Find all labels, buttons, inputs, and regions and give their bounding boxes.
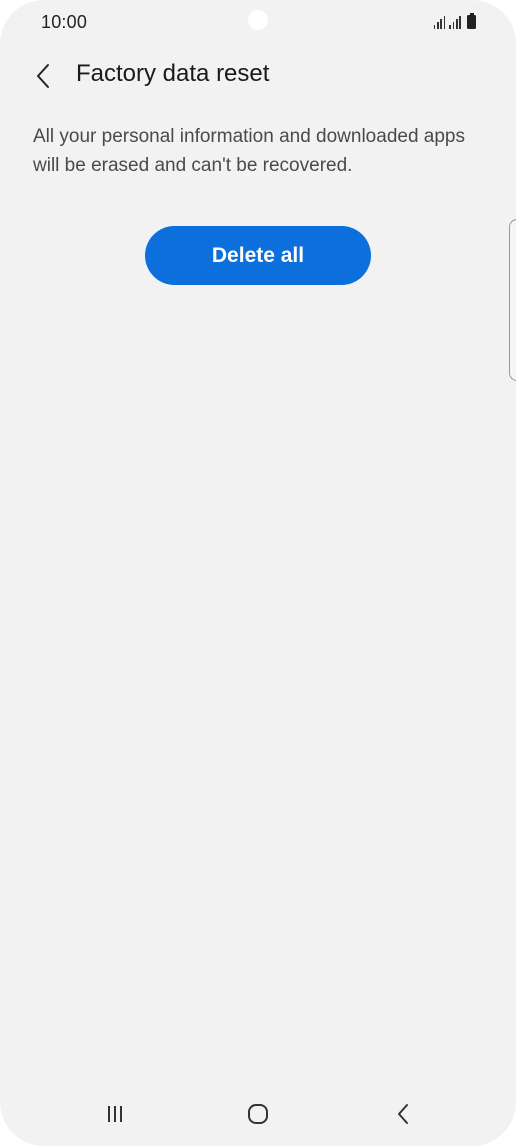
back-icon [398, 1104, 408, 1124]
recents-button[interactable] [95, 1098, 135, 1130]
back-button[interactable] [28, 58, 58, 94]
signal-icon [433, 15, 446, 29]
battery-icon [467, 13, 476, 29]
status-icons [433, 13, 476, 29]
status-bar: 10:00 [0, 0, 516, 44]
page-title: Factory data reset [76, 60, 270, 87]
signal-icon-2 [449, 15, 461, 29]
navigation-bar [0, 1084, 516, 1144]
reset-description: All your personal information and downlo… [33, 126, 465, 176]
nav-back-button[interactable] [383, 1098, 423, 1130]
camera-cutout [248, 10, 268, 30]
home-button[interactable] [238, 1098, 278, 1130]
app-header: Factory data reset [0, 54, 516, 98]
status-time: 10:00 [41, 12, 88, 32]
recents-icon [108, 1106, 122, 1122]
phone-screen: 10:00 Factory data reset All your person… [0, 0, 516, 1146]
delete-all-button[interactable]: Delete all [145, 226, 371, 285]
home-icon [248, 1104, 268, 1124]
edge-panel-handle[interactable] [509, 219, 516, 381]
chevron-left-icon [37, 64, 49, 88]
